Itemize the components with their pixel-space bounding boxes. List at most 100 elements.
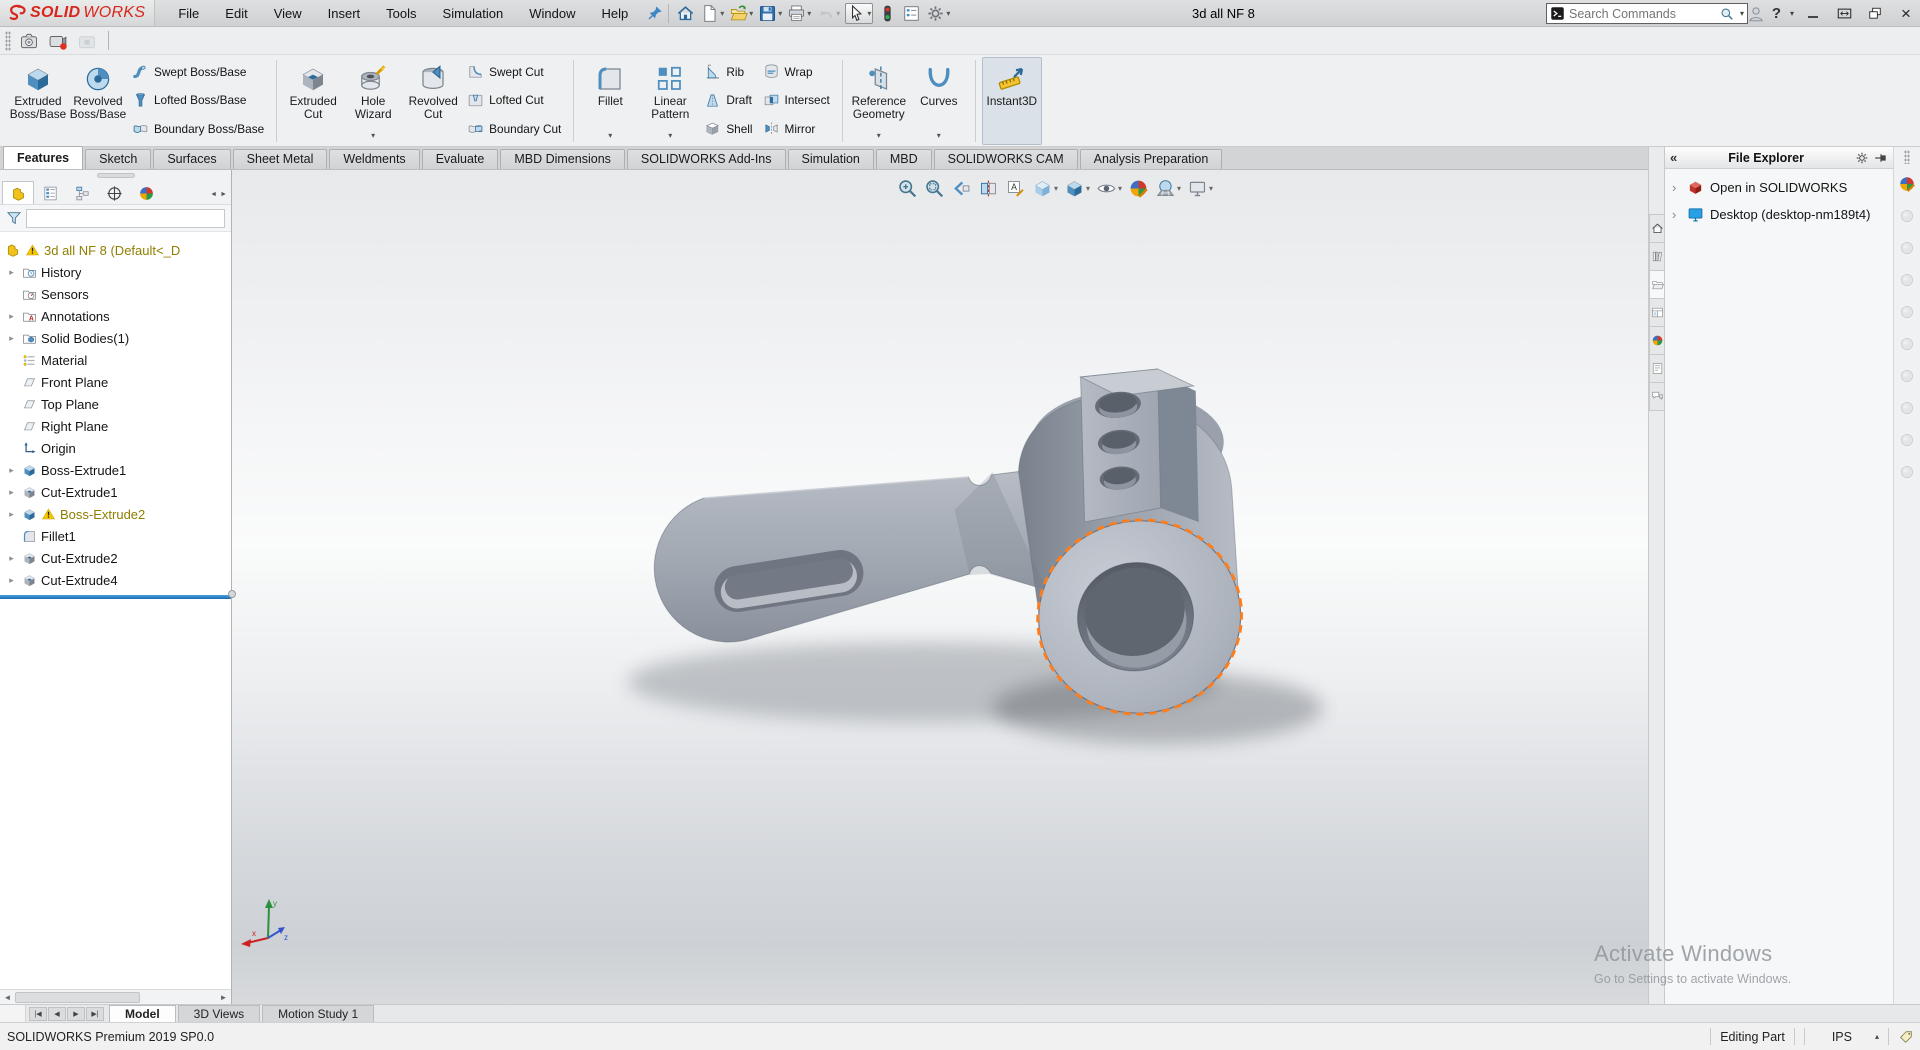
tree-filter-input[interactable]	[26, 209, 225, 228]
menu-edit[interactable]: Edit	[212, 2, 260, 25]
edge-tool-button[interactable]	[1898, 271, 1916, 292]
dropdown-caret[interactable]: ▾	[807, 9, 811, 18]
tree-item-cut-extrude2[interactable]: ▸Cut-Extrude2	[0, 547, 231, 569]
dropdown-caret[interactable]: ▾	[608, 129, 612, 144]
boundary-boss-base-button[interactable]: Boundary Boss/Base	[132, 120, 264, 137]
panel-tab-configuration-manager[interactable]	[66, 181, 98, 204]
revolved-cut-button[interactable]: Revolved Cut	[403, 57, 463, 145]
print-button[interactable]: ▾	[785, 3, 813, 24]
rebuild-button[interactable]	[876, 3, 899, 24]
intersect-button[interactable]: Intersect	[763, 92, 830, 109]
search-dropdown-caret[interactable]: ▾	[1740, 9, 1744, 18]
panel-tabs-scroll-right[interactable]: ►	[220, 191, 227, 198]
dropdown-caret[interactable]: ▾	[778, 9, 782, 18]
instant3d-button[interactable]: Instant3D	[982, 57, 1042, 145]
minimize-button[interactable]	[1801, 2, 1825, 26]
tree-root-item[interactable]: 3d all NF 8 (Default<_D	[0, 239, 231, 261]
hide-show-items-button[interactable]: ▾	[1095, 177, 1123, 200]
edge-tool-button[interactable]	[1898, 399, 1916, 420]
tab-weldments[interactable]: Weldments	[329, 149, 419, 169]
tree-item-top-plane[interactable]: Top Plane	[0, 393, 231, 415]
extruded-cut-button[interactable]: Extruded Cut	[283, 57, 343, 145]
menu-window[interactable]: Window	[516, 2, 588, 25]
expand-arrow[interactable]: ▸	[5, 333, 18, 344]
view-tab-motion-study-1[interactable]: Motion Study 1	[262, 1005, 374, 1022]
search-input[interactable]	[1569, 7, 1716, 21]
tab-simulation[interactable]: Simulation	[788, 149, 874, 169]
dynamic-annotation-button[interactable]: A	[1004, 177, 1027, 200]
select-arrow-button[interactable]: ▾	[845, 3, 873, 24]
tag-icon[interactable]	[1898, 1029, 1914, 1045]
tab-sheet-metal[interactable]: Sheet Metal	[233, 149, 328, 169]
task-pane-collapse-button[interactable]: «	[1670, 150, 1677, 165]
hole-wizard-button[interactable]: Hole Wizard▾	[343, 57, 403, 145]
tree-item-cut-extrude1[interactable]: ▸Cut-Extrude1	[0, 481, 231, 503]
lofted-cut-button[interactable]: Lofted Cut	[467, 92, 561, 109]
tab-analysis-preparation[interactable]: Analysis Preparation	[1080, 149, 1223, 169]
task-pane-tab-file-explorer[interactable]	[1649, 270, 1665, 299]
last-sheet-button[interactable]: ▶|	[86, 1007, 104, 1021]
panel-tab-display-manager[interactable]	[130, 181, 162, 204]
expand-arrow[interactable]: ›	[1672, 180, 1681, 195]
scroll-thumb[interactable]	[15, 992, 140, 1003]
panel-splitter-handle[interactable]	[228, 590, 236, 598]
menu-file[interactable]: File	[165, 2, 212, 25]
new-file-button[interactable]: ▾	[698, 3, 726, 24]
panel-tabs-scroll-left[interactable]: ◄	[210, 191, 217, 198]
dropdown-caret[interactable]: ▾	[371, 129, 375, 144]
undo-button[interactable]: ▾	[814, 3, 842, 24]
dropdown-caret[interactable]: ▾	[946, 9, 950, 18]
edge-tool-button[interactable]	[1898, 367, 1916, 388]
model-3d-part[interactable]	[232, 170, 1648, 1004]
panel-tabs-scroll[interactable]: ◄►	[210, 191, 231, 204]
tab-features[interactable]: Features	[3, 146, 83, 169]
tree-item-boss-extrude2[interactable]: ▸Boss-Extrude2	[0, 503, 231, 525]
revolved-boss-base-button[interactable]: Revolved Boss/Base	[68, 57, 128, 145]
graphics-viewport[interactable]: A▾▾▾▾▾	[232, 170, 1648, 1004]
tree-item-solid-bodies-1[interactable]: ▸Solid Bodies(1)	[0, 327, 231, 349]
user-login-icon[interactable]	[1747, 5, 1765, 23]
dropdown-caret[interactable]: ▾	[720, 9, 724, 18]
pin-icon[interactable]	[647, 5, 663, 21]
options-gear-button[interactable]: ▾	[924, 3, 952, 24]
home-button[interactable]	[674, 3, 697, 24]
tree-item-front-plane[interactable]: Front Plane	[0, 371, 231, 393]
dropdown-caret[interactable]: ▾	[1054, 184, 1058, 193]
reference-geometry-button[interactable]: Reference Geometry▾	[849, 57, 909, 145]
task-pane-tab-view-palette[interactable]	[1649, 298, 1665, 327]
file-explorer-item-open-in-solidworks[interactable]: ›Open in SOLIDWORKS	[1665, 174, 1893, 201]
edge-tool-button[interactable]	[1898, 335, 1916, 356]
tab-mbd[interactable]: MBD	[876, 149, 932, 169]
save-button[interactable]: ▾	[756, 3, 784, 24]
swept-cut-button[interactable]: Swept Cut	[467, 63, 561, 80]
tab-solidworks-add-ins[interactable]: SOLIDWORKS Add-Ins	[627, 149, 786, 169]
first-sheet-button[interactable]: |◀	[29, 1007, 47, 1021]
filter-funnel-icon[interactable]	[6, 210, 22, 226]
zoom-area-button[interactable]	[923, 177, 946, 200]
edge-tool-button[interactable]	[1898, 303, 1916, 324]
task-pane-tab-taskpane-home[interactable]	[1649, 214, 1665, 243]
dropdown-caret[interactable]: ▾	[1086, 184, 1090, 193]
new-window-button[interactable]	[1863, 2, 1887, 26]
dropdown-caret[interactable]: ▾	[1118, 184, 1122, 193]
view-tab-model[interactable]: Model	[109, 1005, 176, 1022]
menu-insert[interactable]: Insert	[315, 2, 374, 25]
expand-arrow[interactable]: ▸	[5, 311, 18, 322]
dropdown-caret[interactable]: ▾	[749, 9, 753, 18]
view-tab-3d-views[interactable]: 3D Views	[178, 1005, 260, 1022]
task-pane-tab-design-library[interactable]	[1649, 242, 1665, 271]
help-button[interactable]: ?	[1772, 5, 1781, 22]
edge-tool-button[interactable]	[1898, 239, 1916, 260]
edit-appearance-button[interactable]	[1898, 175, 1916, 196]
tree-item-origin[interactable]: Origin	[0, 437, 231, 459]
open-file-button[interactable]: ▾	[727, 3, 755, 24]
display-style-button[interactable]: ▾	[1063, 177, 1091, 200]
dropdown-caret[interactable]: ▾	[877, 129, 881, 144]
prev-sheet-button[interactable]: ◀	[48, 1007, 66, 1021]
search-commands-box[interactable]: ▾	[1546, 3, 1748, 24]
expand-arrow[interactable]: ›	[1672, 207, 1681, 222]
linear-pattern-button[interactable]: Linear Pattern▾	[640, 57, 700, 145]
view-orientation-button[interactable]: ▾	[1031, 177, 1059, 200]
help-dropdown-caret[interactable]: ▾	[1790, 9, 1794, 18]
units-dropdown-caret[interactable]: ▴	[1875, 1032, 1879, 1041]
